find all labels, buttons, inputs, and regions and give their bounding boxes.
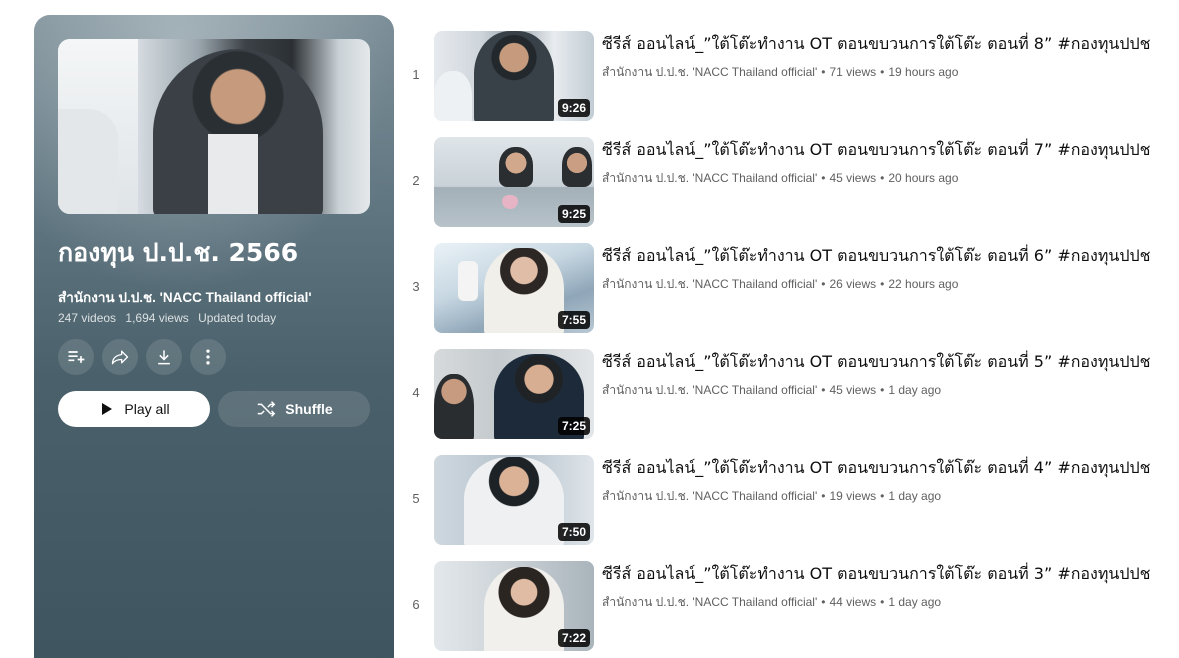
more-vert-icon — [206, 349, 210, 365]
shuffle-button[interactable]: Shuffle — [218, 391, 370, 427]
video-duration: 7:55 — [557, 311, 590, 329]
list-item[interactable]: 6 7:22 ซีรีส์ ออนไลน์_”ใต้โต๊ะทำงาน OT ต… — [400, 561, 1170, 658]
playback-buttons: Play all Shuffle — [58, 391, 370, 427]
video-index: 6 — [412, 597, 420, 612]
playlist-video-list: 1 9:26 ซีรีส์ ออนไลน์_”ใต้โต๊ะทำงาน OT ต… — [400, 31, 1170, 658]
updated-text: Updated today — [198, 311, 277, 325]
channel-name[interactable]: สำนักงาน ป.ป.ช. 'NACC Thailand official' — [602, 383, 817, 397]
add-to-queue-icon — [68, 351, 85, 363]
download-icon — [158, 350, 170, 365]
video-thumbnail[interactable]: 7:22 — [434, 561, 594, 651]
list-item[interactable]: 5 7:50 ซีรีส์ ออนไลน์_”ใต้โต๊ะทำงาน OT ต… — [400, 455, 1170, 561]
channel-name[interactable]: สำนักงาน ป.ป.ช. 'NACC Thailand official' — [602, 489, 817, 503]
video-thumbnail[interactable]: 9:25 — [434, 137, 594, 227]
video-index: 4 — [412, 385, 420, 400]
video-meta: สำนักงาน ป.ป.ช. 'NACC Thailand official'… — [602, 383, 942, 397]
playlist-thumbnail[interactable] — [58, 39, 370, 214]
video-index: 2 — [412, 173, 420, 188]
video-duration: 7:22 — [557, 629, 590, 647]
thumbnail-figure — [484, 248, 564, 333]
video-index: 5 — [412, 491, 420, 506]
thumbnail-figure — [458, 261, 478, 301]
video-title[interactable]: ซีรีส์ ออนไลน์_”ใต้โต๊ะทำงาน OT ตอนขบวนก… — [602, 562, 1162, 587]
thumbnail-figure — [484, 567, 564, 651]
list-item[interactable]: 2 9:25 ซีรีส์ ออนไลน์_”ใต้โต๊ะทำงาน OT ต… — [400, 137, 1170, 243]
thumbnail-figure — [434, 71, 472, 121]
view-count: 1,694 views — [125, 311, 189, 325]
video-title[interactable]: ซีรีส์ ออนไลน์_”ใต้โต๊ะทำงาน OT ตอนขบวนก… — [602, 456, 1162, 481]
thumbnail-figure — [499, 147, 533, 187]
playlist-stats: 247 videos 1,694 views Updated today — [58, 311, 282, 325]
upload-age: 1 day ago — [888, 383, 942, 397]
upload-age: 19 hours ago — [888, 65, 959, 79]
thumbnail-figure — [562, 147, 592, 187]
thumbnail-figure — [58, 109, 118, 214]
share-button[interactable] — [102, 339, 138, 375]
list-item[interactable]: 4 7:25 ซีรีส์ ออนไลน์_”ใต้โต๊ะทำงาน OT ต… — [400, 349, 1170, 455]
share-icon — [111, 350, 129, 365]
video-title[interactable]: ซีรีส์ ออนไลน์_”ใต้โต๊ะทำงาน OT ตอนขบวนก… — [602, 350, 1162, 375]
playlist-header-panel: กองทุน ป.ป.ช. 2566 สำนักงาน ป.ป.ช. 'NACC… — [34, 15, 394, 658]
upload-age: 22 hours ago — [888, 277, 959, 291]
thumbnail-figure — [208, 134, 258, 214]
play-all-button[interactable]: Play all — [58, 391, 210, 427]
shuffle-label: Shuffle — [285, 401, 333, 417]
playlist-actions — [58, 339, 226, 375]
playlist-owner-link[interactable]: สำนักงาน ป.ป.ช. 'NACC Thailand official' — [58, 286, 312, 308]
video-meta: สำนักงาน ป.ป.ช. 'NACC Thailand official'… — [602, 171, 959, 185]
view-count: 44 views — [829, 595, 877, 609]
video-meta: สำนักงาน ป.ป.ช. 'NACC Thailand official'… — [602, 489, 942, 503]
video-meta: สำนักงาน ป.ป.ช. 'NACC Thailand official'… — [602, 277, 959, 291]
playlist-title: กองทุน ป.ป.ช. 2566 — [58, 238, 299, 267]
view-count: 71 views — [829, 65, 877, 79]
channel-name[interactable]: สำนักงาน ป.ป.ช. 'NACC Thailand official' — [602, 65, 817, 79]
video-duration: 9:25 — [557, 205, 590, 223]
video-duration: 9:26 — [557, 99, 590, 117]
thumbnail-figure — [464, 457, 564, 545]
download-button[interactable] — [146, 339, 182, 375]
video-duration: 7:50 — [557, 523, 590, 541]
video-count: 247 videos — [58, 311, 117, 325]
view-count: 26 views — [829, 277, 877, 291]
video-index: 1 — [412, 67, 420, 82]
video-title[interactable]: ซีรีส์ ออนไลน์_”ใต้โต๊ะทำงาน OT ตอนขบวนก… — [602, 244, 1162, 269]
video-index: 3 — [412, 279, 420, 294]
shuffle-icon — [258, 401, 276, 417]
list-item[interactable]: 3 7:55 ซีรีส์ ออนไลน์_”ใต้โต๊ะทำงาน OT ต… — [400, 243, 1170, 349]
play-all-label: Play all — [124, 401, 170, 417]
list-item[interactable]: 1 9:26 ซีรีส์ ออนไลน์_”ใต้โต๊ะทำงาน OT ต… — [400, 31, 1170, 137]
video-thumbnail[interactable]: 9:26 — [434, 31, 594, 121]
video-title[interactable]: ซีรีส์ ออนไลน์_”ใต้โต๊ะทำงาน OT ตอนขบวนก… — [602, 32, 1162, 57]
thumbnail-figure — [434, 374, 474, 439]
more-button[interactable] — [190, 339, 226, 375]
video-thumbnail[interactable]: 7:25 — [434, 349, 594, 439]
video-meta: สำนักงาน ป.ป.ช. 'NACC Thailand official'… — [602, 65, 959, 79]
upload-age: 1 day ago — [888, 489, 942, 503]
play-icon — [102, 403, 113, 415]
video-thumbnail[interactable]: 7:55 — [434, 243, 594, 333]
thumbnail-figure — [474, 31, 554, 121]
view-count: 19 views — [829, 489, 877, 503]
channel-name[interactable]: สำนักงาน ป.ป.ช. 'NACC Thailand official' — [602, 277, 817, 291]
view-count: 45 views — [829, 383, 877, 397]
video-meta: สำนักงาน ป.ป.ช. 'NACC Thailand official'… — [602, 595, 942, 609]
upload-age: 20 hours ago — [888, 171, 959, 185]
video-thumbnail[interactable]: 7:50 — [434, 455, 594, 545]
view-count: 45 views — [829, 171, 877, 185]
video-duration: 7:25 — [557, 417, 590, 435]
channel-name[interactable]: สำนักงาน ป.ป.ช. 'NACC Thailand official' — [602, 595, 817, 609]
add-to-queue-button[interactable] — [58, 339, 94, 375]
upload-age: 1 day ago — [888, 595, 942, 609]
video-title[interactable]: ซีรีส์ ออนไลน์_”ใต้โต๊ะทำงาน OT ตอนขบวนก… — [602, 138, 1162, 163]
channel-name[interactable]: สำนักงาน ป.ป.ช. 'NACC Thailand official' — [602, 171, 817, 185]
